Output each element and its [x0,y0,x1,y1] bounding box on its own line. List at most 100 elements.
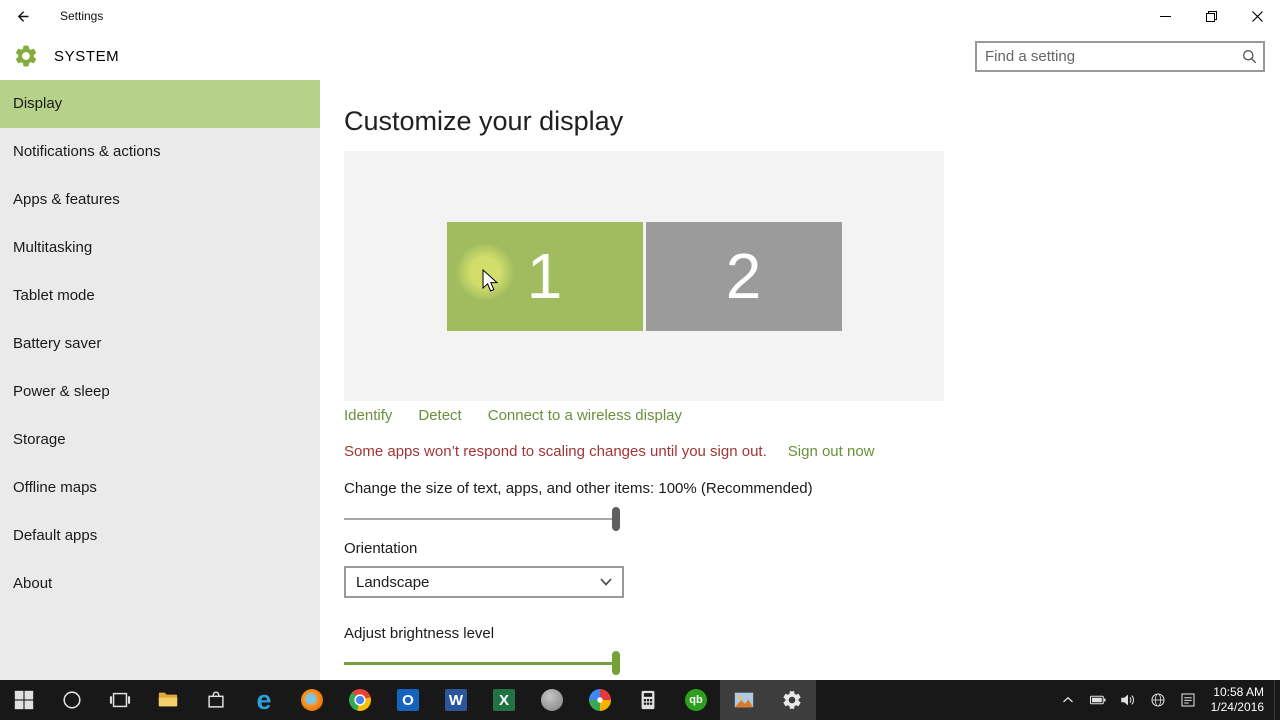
quickbooks-icon: qb [685,689,707,711]
brightness-label: Adjust brightness level [344,625,495,642]
firefox-button[interactable] [288,680,336,720]
scale-label: Change the size of text, apps, and other… [344,480,813,497]
orientation-value: Landscape [356,573,430,591]
pinwheel-app-icon [589,689,611,711]
scale-slider-track[interactable] [344,518,620,520]
identify-link[interactable]: Identify [344,407,392,424]
start-button[interactable] [0,680,48,720]
task-view-icon [109,692,131,708]
sign-out-link[interactable]: Sign out now [788,443,875,460]
sidebar-item-display[interactable]: Display [0,80,320,128]
brightness-slider[interactable] [344,651,620,675]
orientation-dropdown[interactable]: Landscape [344,566,624,598]
chevron-down-icon [590,578,622,586]
wireless-display-link[interactable]: Connect to a wireless display [488,407,682,424]
scaling-warning-row: Some apps won’t respond to scaling chang… [344,443,1280,460]
section-heading: Customize your display [344,106,624,136]
system-tray: 10:58 AM 1/24/2016 [1053,680,1280,720]
settings-app-button[interactable] [768,680,816,720]
back-arrow-icon [17,10,28,22]
file-explorer-button[interactable] [144,680,192,720]
header: SYSTEM [0,32,1280,80]
window-controls [1142,0,1280,32]
scaling-warning-text: Some apps won’t respond to scaling chang… [344,443,767,460]
edge-button[interactable]: e [240,680,288,720]
monitor-2[interactable]: 2 [645,221,842,331]
word-button[interactable]: W [432,680,480,720]
sidebar: Display Notifications & actions Apps & f… [0,80,320,680]
close-button[interactable] [1234,0,1280,32]
chrome-icon [349,689,371,711]
settings-gear-taskbar-icon [783,691,801,709]
battery-icon[interactable] [1083,680,1113,720]
sidebar-item-storage[interactable]: Storage [0,416,320,464]
tray-chevron-up-icon[interactable] [1053,680,1083,720]
cortana-circle-icon [63,691,81,709]
outlook-icon: O [397,689,419,711]
action-center-icon[interactable] [1173,680,1203,720]
sidebar-item-about[interactable]: About [0,560,320,608]
brightness-slider-track[interactable] [344,662,620,665]
minimize-button[interactable] [1142,0,1188,32]
cortana-search-button[interactable] [48,680,96,720]
sidebar-item-default-apps[interactable]: Default apps [0,512,320,560]
photo-viewer-button[interactable] [720,680,768,720]
monitor-1[interactable]: 1 [446,221,643,331]
excel-button[interactable]: X [480,680,528,720]
settings-window: Settings SYSTEM Display [0,0,1280,720]
display-preview: 1 2 [344,151,944,401]
gray-app-button[interactable] [528,680,576,720]
scale-slider-thumb[interactable] [612,507,620,531]
photo-viewer-icon [734,692,754,708]
folder-icon [158,692,178,707]
window-title: Settings [60,9,104,23]
sidebar-item-power-sleep[interactable]: Power & sleep [0,368,320,416]
gray-app-icon [541,689,563,711]
orientation-label: Orientation [344,540,418,557]
brightness-slider-thumb[interactable] [612,651,620,675]
outlook-button[interactable]: O [384,680,432,720]
scale-slider[interactable] [344,507,620,531]
taskbar-clock[interactable]: 10:58 AM 1/24/2016 [1203,680,1274,720]
edge-icon: e [256,684,272,715]
volume-icon[interactable] [1113,680,1143,720]
sidebar-item-apps-features[interactable]: Apps & features [0,176,320,224]
clock-time: 10:58 AM [1213,685,1264,699]
titlebar: Settings [0,0,1280,32]
show-desktop-button[interactable] [1274,680,1280,720]
store-bag-icon [208,691,224,708]
store-button[interactable] [192,680,240,720]
chrome-button[interactable] [336,680,384,720]
excel-icon: X [493,689,515,711]
clock-date: 1/24/2016 [1210,700,1264,714]
calculator-icon [641,690,655,710]
close-icon [1251,10,1263,22]
sidebar-item-multitasking[interactable]: Multitasking [0,224,320,272]
detect-link[interactable]: Detect [418,407,461,424]
page-title: SYSTEM [54,47,120,65]
search-input[interactable] [977,43,1235,70]
minimize-icon [1159,15,1171,17]
quickbooks-button[interactable]: qb [672,680,720,720]
main-panel: Customize your display 1 2 Identify Dete… [320,80,1280,680]
monitor-group: 1 2 [446,221,842,331]
windows-logo-icon [14,690,34,710]
settings-gear-icon [15,45,37,67]
task-view-button[interactable] [96,680,144,720]
sidebar-item-offline-maps[interactable]: Offline maps [0,464,320,512]
restore-icon [1205,10,1217,22]
sidebar-item-notifications[interactable]: Notifications & actions [0,128,320,176]
back-button[interactable] [0,0,46,32]
content: Display Notifications & actions Apps & f… [0,80,1280,680]
calculator-button[interactable] [624,680,672,720]
search-box [975,41,1265,72]
search-icon[interactable] [1235,43,1263,70]
word-icon: W [445,689,467,711]
taskbar: e O W X qb 10:58 AM 1/24/2016 [0,680,1280,720]
restore-button[interactable] [1188,0,1234,32]
sidebar-item-battery-saver[interactable]: Battery saver [0,320,320,368]
sidebar-item-tablet-mode[interactable]: Tablet mode [0,272,320,320]
display-actions: Identify Detect Connect to a wireless di… [344,407,944,424]
pinwheel-app-button[interactable] [576,680,624,720]
network-globe-icon[interactable] [1143,680,1173,720]
